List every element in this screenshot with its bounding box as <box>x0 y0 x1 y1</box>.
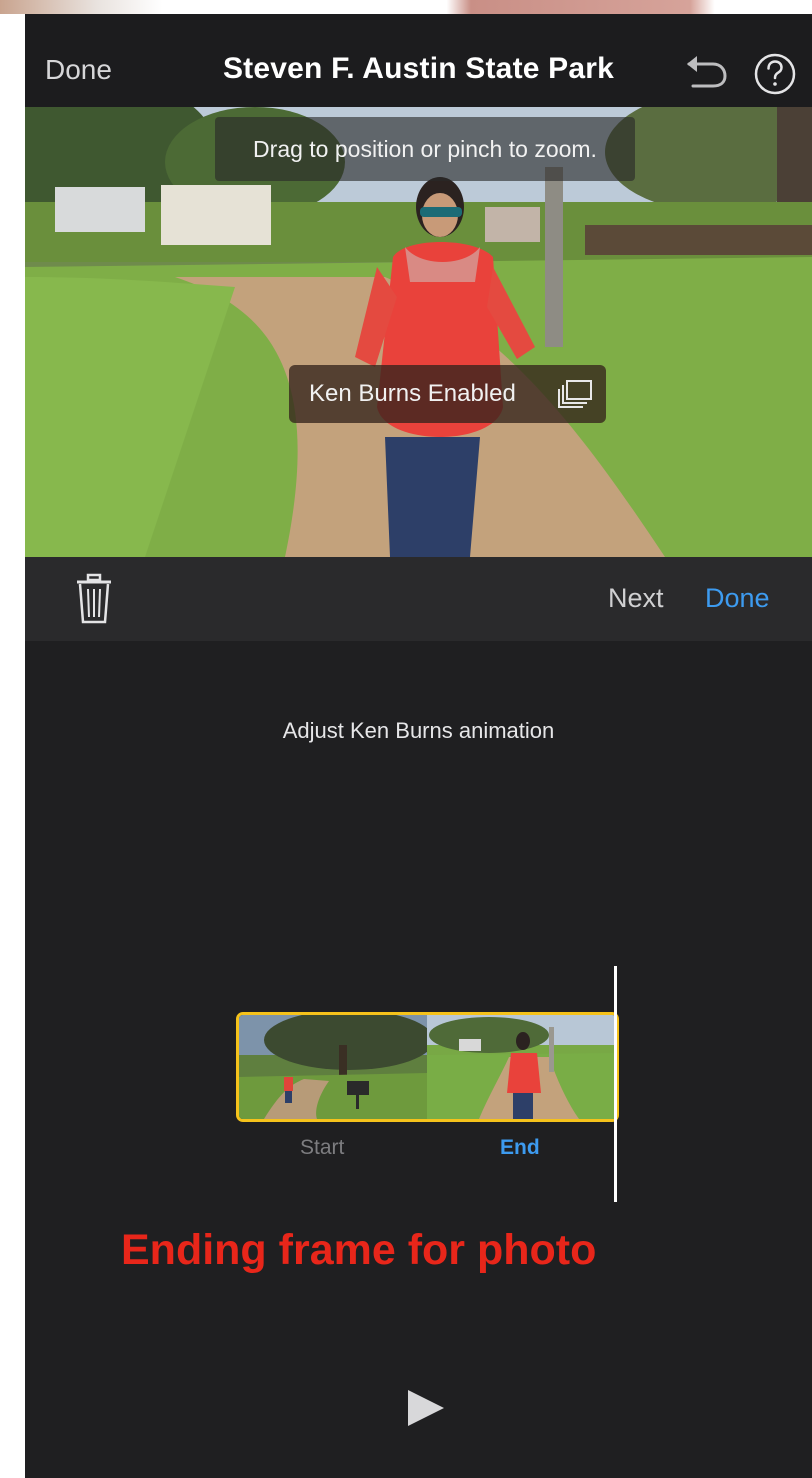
navigation-bar: Done Steven F. Austin State Park <box>25 14 812 107</box>
position-zoom-hint: Drag to position or pinch to zoom. <box>215 117 635 181</box>
imovie-editor: Done Steven F. Austin State Park Drag to… <box>25 14 812 1478</box>
start-frame-label[interactable]: Start <box>300 1136 344 1160</box>
end-frame-label[interactable]: End <box>500 1136 540 1160</box>
help-icon[interactable] <box>753 52 797 96</box>
ken-burns-label: Ken Burns Enabled <box>309 380 516 407</box>
top-background-strip <box>0 0 812 14</box>
ken-burns-filmstrip[interactable] <box>236 1012 619 1122</box>
edit-toolbar: Next Done <box>25 557 812 641</box>
ken-burns-badge[interactable]: Ken Burns Enabled <box>289 365 606 423</box>
filmstrip-frames <box>239 1015 616 1119</box>
ending-frame-annotation: Ending frame for photo <box>121 1226 597 1274</box>
trash-icon[interactable] <box>76 573 112 625</box>
stacked-frames-icon <box>558 380 592 408</box>
photo-preview[interactable]: Drag to position or pinch to zoom. Ken B… <box>25 107 812 557</box>
play-icon[interactable] <box>406 1388 446 1428</box>
next-button[interactable]: Next <box>608 583 664 614</box>
undo-icon[interactable] <box>683 52 727 88</box>
done-button[interactable]: Done <box>705 583 770 614</box>
ken-burns-instruction: Adjust Ken Burns animation <box>282 718 555 743</box>
playhead[interactable] <box>614 966 617 1202</box>
